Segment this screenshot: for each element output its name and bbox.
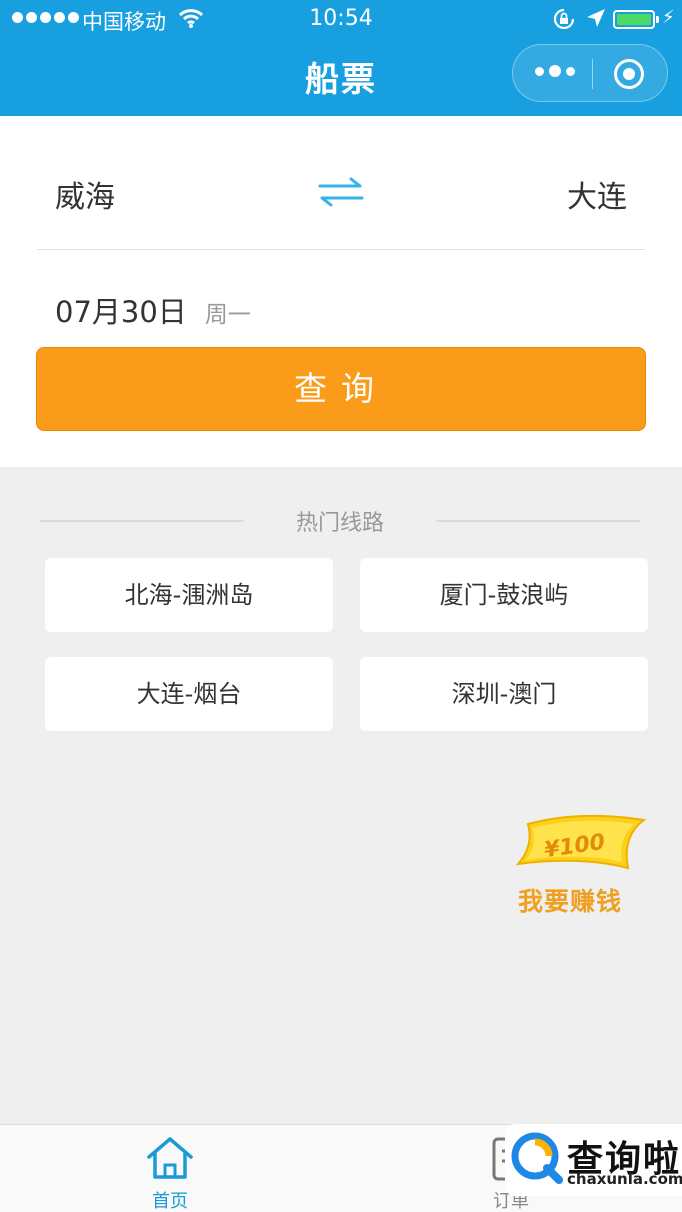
hot-route-button[interactable]: 厦门-鼓浪屿: [360, 558, 648, 632]
divider: [436, 520, 640, 522]
departure-city[interactable]: 威海: [55, 172, 115, 216]
charging-icon: ⚡: [662, 7, 675, 28]
tab-home[interactable]: 首页: [120, 1135, 220, 1212]
battery-icon: [613, 10, 659, 29]
earn-money-promo[interactable]: ¥100 我要赚钱: [510, 808, 650, 918]
promo-label: 我要赚钱: [518, 887, 623, 916]
date-picker[interactable]: 07月30日 周一: [55, 289, 251, 331]
departure-date: 07月30日: [55, 295, 187, 329]
arrival-city[interactable]: 大连: [567, 172, 627, 216]
rotation-lock-icon: [553, 8, 575, 30]
weekday-label: 周一: [204, 302, 251, 328]
watermark-url: chaxunla.com: [567, 1170, 682, 1188]
status-time: 10:54: [309, 6, 373, 31]
close-miniprogram-button[interactable]: [614, 59, 644, 89]
header: 中国移动 10:54 ⚡ 船票: [0, 0, 682, 116]
more-menu-button[interactable]: [535, 65, 575, 77]
tab-home-label: 首页: [152, 1191, 188, 1212]
query-button[interactable]: 查询: [36, 347, 646, 431]
hot-route-button[interactable]: 深圳-澳门: [360, 657, 648, 731]
search-magnifier-icon: [511, 1132, 563, 1184]
capsule-divider: [592, 59, 593, 89]
divider: [37, 249, 645, 250]
hot-routes-header: 热门线路: [40, 505, 640, 537]
status-bar: 中国移动 10:54 ⚡: [0, 0, 682, 40]
home-icon: [147, 1137, 193, 1179]
search-panel: 威海 大连 07月30日 周一 查询: [0, 116, 682, 467]
hot-route-button[interactable]: 大连-烟台: [45, 657, 333, 731]
swap-cities-icon[interactable]: [317, 177, 365, 207]
location-arrow-icon: [587, 9, 605, 27]
watermark: 查询啦 chaxunla.com: [505, 1124, 682, 1196]
miniprogram-capsule: [512, 44, 668, 102]
hot-route-button[interactable]: 北海-涠洲岛: [45, 558, 333, 632]
